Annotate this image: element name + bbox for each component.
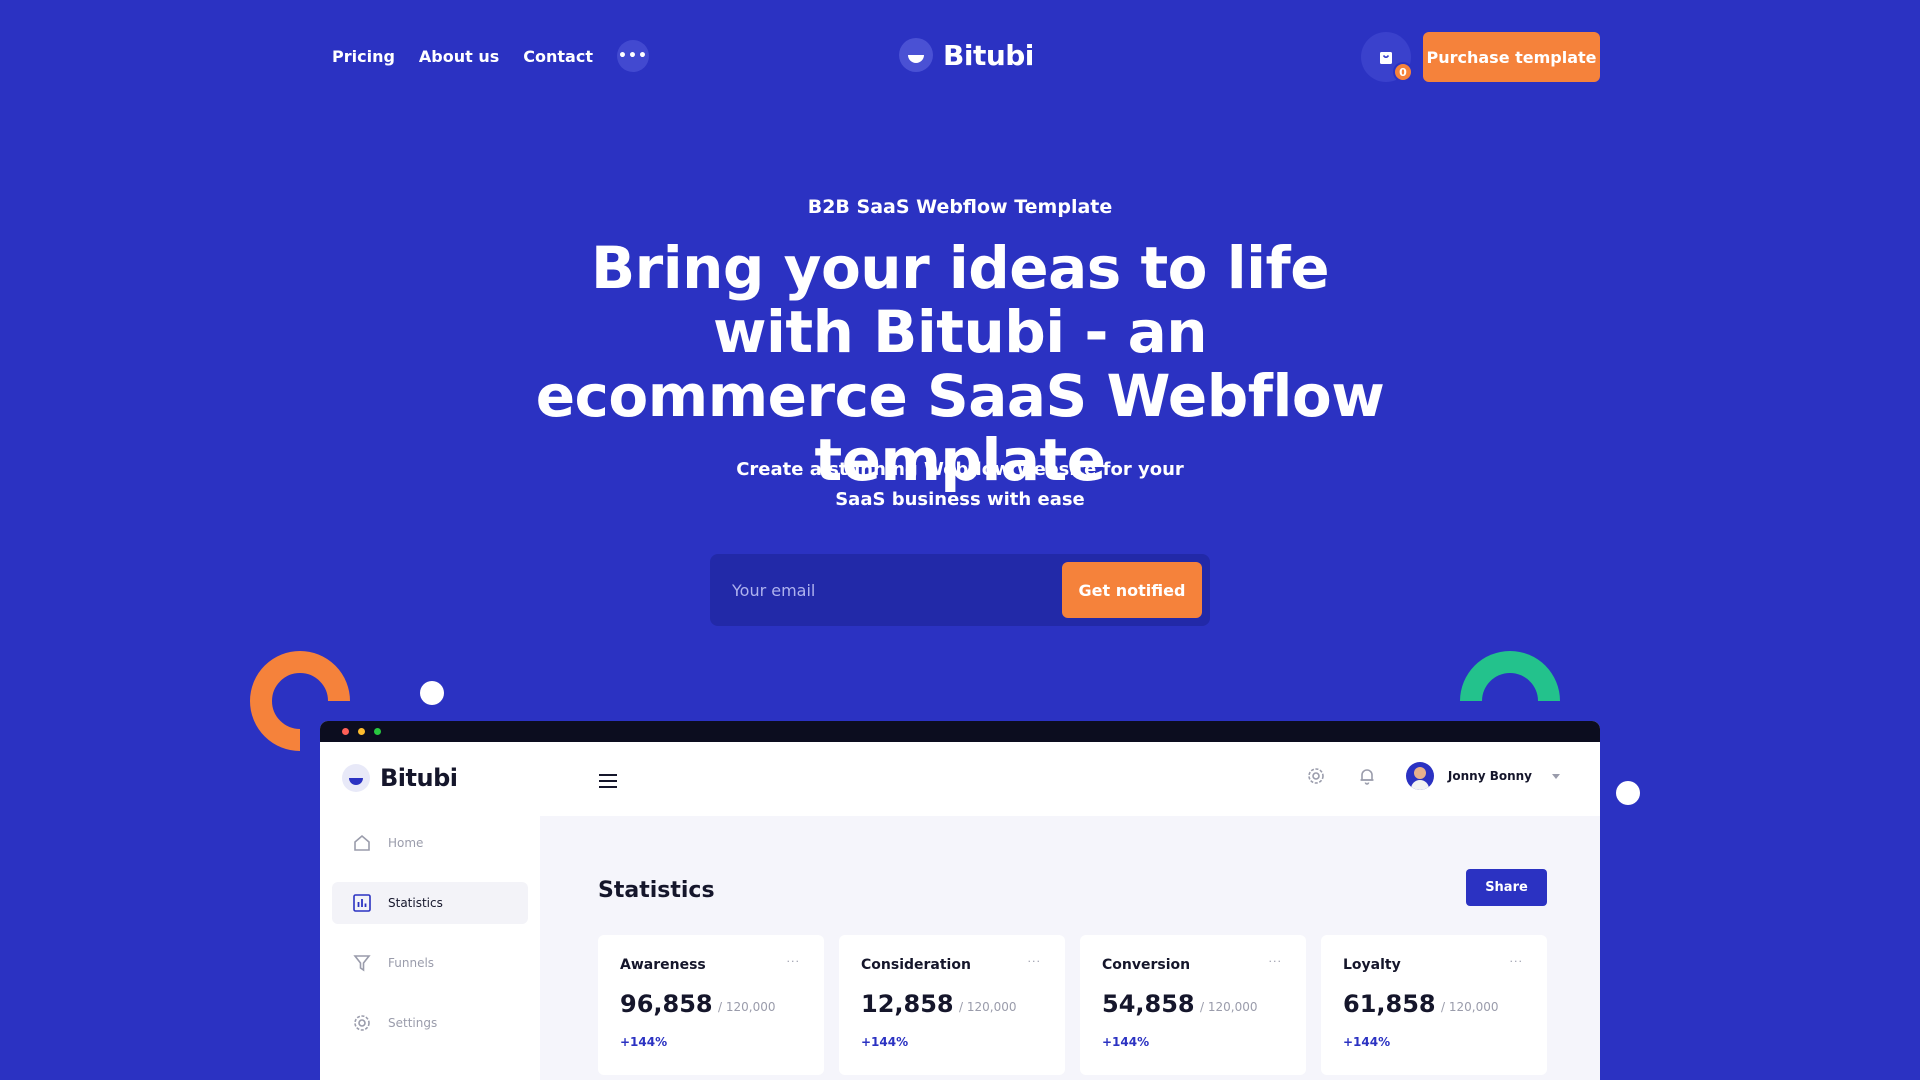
email-signup-form: Get notified [710,554,1210,626]
logo-icon [342,764,370,792]
home-icon [354,834,370,851]
funnel-icon [353,955,371,972]
card-total: / 120,000 [1441,1000,1499,1014]
card-title: Consideration [861,957,971,973]
sidebar-item-settings[interactable]: Settings [332,1002,528,1044]
sidebar-item-funnels[interactable]: Funnels [332,942,528,984]
user-name[interactable]: Jonny Bonny [1448,769,1532,783]
nav-link-contact[interactable]: Contact [523,47,593,66]
nav-link-about[interactable]: About us [419,47,499,66]
card-total: / 120,000 [959,1000,1017,1014]
white-dot-decoration [420,681,444,705]
card-total: / 120,000 [1200,1000,1258,1014]
card-change: +144% [1102,1035,1150,1049]
dashboard-brand[interactable]: Bitubi [342,764,458,792]
shopping-bag-icon [1380,52,1392,64]
nav-links: Pricing About us Contact ••• [332,40,649,72]
card-value: 96,858 [620,990,713,1018]
card-value: 54,858 [1102,990,1195,1018]
window-title-bar [320,721,1600,742]
dashboard-sidebar: Home Statistics Funnels Settings [332,822,528,1062]
dashboard-brand-name: Bitubi [380,764,458,792]
gear-icon [354,1015,370,1031]
card-title: Awareness [620,957,706,973]
chevron-down-icon[interactable] [1552,773,1560,779]
purchase-template-button[interactable]: Purchase template [1423,32,1600,82]
user-avatar[interactable] [1405,762,1434,790]
more-menu-button[interactable]: ••• [616,40,649,72]
page-title: Statistics [598,878,715,903]
get-notified-button[interactable]: Get notified [1062,562,1202,618]
sidebar-item-label: Statistics [388,896,443,910]
sidebar-item-home[interactable]: Home [332,822,528,864]
top-navigation: Pricing About us Contact ••• Bitubi 0 Pu… [0,0,1920,115]
brand-name: Bitubi [943,38,1034,72]
sidebar-item-statistics[interactable]: Statistics [332,882,528,924]
card-value: 12,858 [861,990,954,1018]
dashboard-body: Bitubi Jonny Bonny Home Statistics Funne… [320,742,1600,1080]
window-dot-yellow [358,728,365,735]
hamburger-menu-icon[interactable] [599,773,617,792]
dashboard-topbar-actions: Jonny Bonny [1304,762,1560,790]
hero-eyebrow: B2B SaaS Webflow Template [807,196,1113,218]
window-dot-green [374,728,381,735]
window-dot-red [342,728,349,735]
card-menu-button[interactable]: ··· [1028,955,1042,968]
cart-count-badge: 0 [1393,62,1413,82]
card-title: Conversion [1102,957,1191,973]
stat-card-loyalty: Loyalty ··· 61,858 / 120,000 +144% [1321,935,1547,1075]
stat-card-awareness: Awareness ··· 96,858 / 120,000 +144% [598,935,824,1075]
bar-chart-icon [353,894,371,912]
nav-link-pricing[interactable]: Pricing [332,47,395,66]
card-total: / 120,000 [718,1000,776,1014]
email-input[interactable] [732,568,1032,612]
bell-icon[interactable] [1355,764,1379,788]
green-arc-decoration [1460,651,1560,701]
card-menu-button[interactable]: ··· [787,955,801,968]
card-menu-button[interactable]: ··· [1510,955,1524,968]
card-change: +144% [620,1035,668,1049]
sidebar-item-label: Settings [388,1016,438,1030]
card-menu-button[interactable]: ··· [1269,955,1283,968]
brand-logo[interactable]: Bitubi [899,38,1034,72]
logo-icon [899,38,933,72]
card-title: Loyalty [1343,957,1401,973]
gear-icon[interactable] [1304,764,1328,788]
sidebar-item-label: Home [388,836,424,850]
card-change: +144% [861,1035,909,1049]
share-button[interactable]: Share [1466,869,1547,906]
sidebar-item-label: Funnels [388,956,435,970]
stat-card-conversion: Conversion ··· 54,858 / 120,000 +144% [1080,935,1306,1075]
hero-subline: Create a stunning Webflow website for yo… [736,459,1184,510]
card-change: +144% [1343,1035,1391,1049]
cart-button[interactable]: 0 [1361,32,1413,82]
stat-card-consideration: Consideration ··· 12,858 / 120,000 +144% [839,935,1065,1075]
dashboard-content: Statistics Share Awareness ··· 96,858 / … [540,816,1600,1080]
hero-headline: Bring your ideas to life with Bitubi - a… [535,234,1385,494]
card-value: 61,858 [1343,990,1436,1018]
white-dot-decoration [1616,781,1640,805]
dashboard-preview: Bitubi Jonny Bonny Home Statistics Funne… [320,721,1600,1080]
